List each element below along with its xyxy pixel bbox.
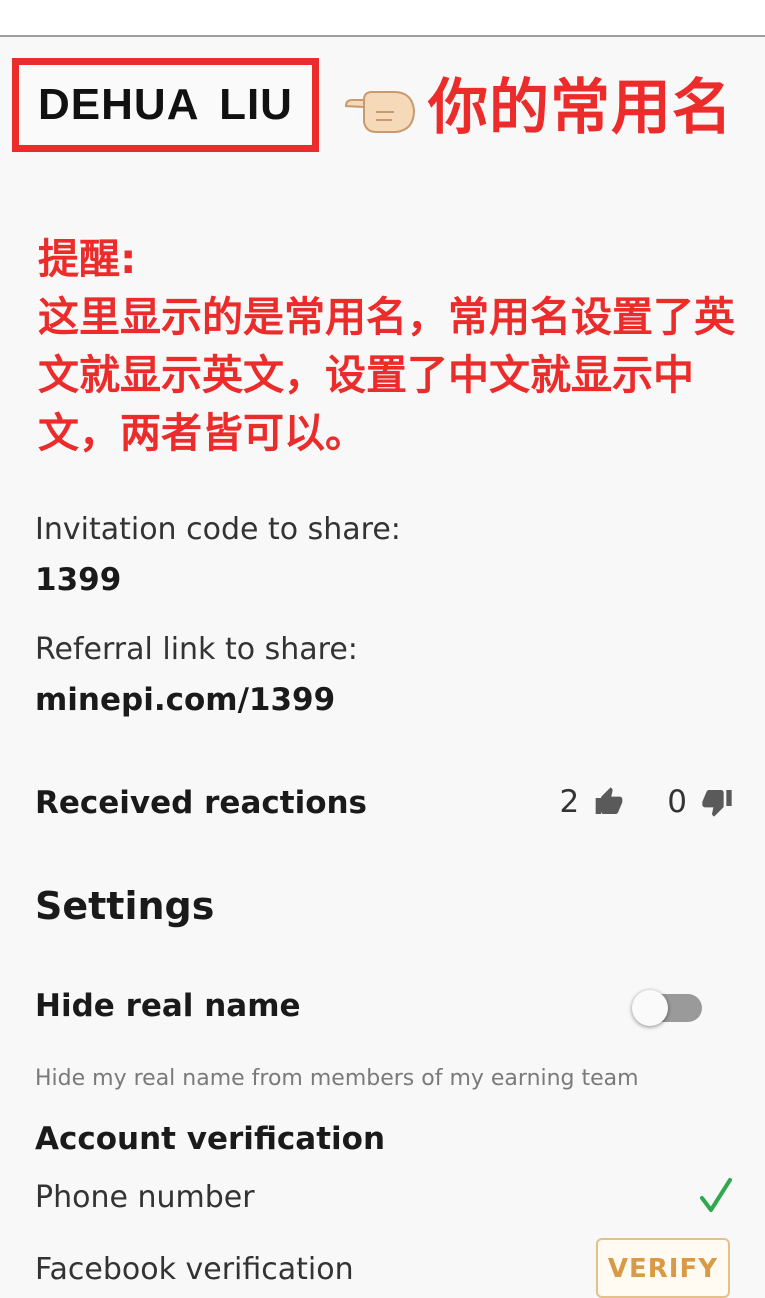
- account-verification-heading: Account verification: [35, 1121, 386, 1157]
- hide-real-name-label: Hide real name: [35, 988, 301, 1024]
- hide-real-name-hint: Hide my real name from members of my ear…: [35, 1066, 639, 1091]
- received-reactions-label: Received reactions: [35, 785, 368, 821]
- dislikes-count: 0: [667, 784, 687, 820]
- thumbs-down-icon: [702, 790, 732, 817]
- toggle-knob: [632, 990, 668, 1026]
- invitation-code-value[interactable]: 1399: [35, 562, 121, 598]
- invitation-code-label: Invitation code to share:: [35, 512, 401, 547]
- reminder-note: 提醒: 这里显示的是常用名，常用名设置了英文就显示英文，设置了中文就显示中文，两…: [38, 230, 748, 462]
- display-name-box: DEHUA LIU: [12, 58, 319, 152]
- likes-count: 2: [559, 784, 580, 820]
- pointing-hand-icon: [344, 91, 416, 133]
- common-name-callout: 你的常用名: [428, 73, 733, 143]
- reminder-title: 提醒:: [38, 235, 137, 283]
- referral-link-value[interactable]: minepi.com/1399: [35, 682, 335, 718]
- referral-link-label: Referral link to share:: [35, 632, 358, 667]
- display-name: DEHUA LIU: [38, 80, 293, 129]
- thumbs-up-icon: [595, 787, 623, 814]
- facebook-verification-label: Facebook verification: [35, 1252, 354, 1287]
- phone-number-label: Phone number: [35, 1180, 255, 1215]
- hide-real-name-toggle[interactable]: [632, 990, 702, 1026]
- reaction-counts: 2 0: [560, 784, 733, 820]
- settings-heading: Settings: [35, 884, 215, 928]
- verify-button[interactable]: VERIFY: [596, 1238, 730, 1298]
- top-bar: [0, 0, 765, 37]
- checkmark-icon: [700, 1178, 732, 1212]
- reminder-body: 这里显示的是常用名，常用名设置了英文就显示英文，设置了中文就显示中文，两者皆可以…: [38, 293, 735, 457]
